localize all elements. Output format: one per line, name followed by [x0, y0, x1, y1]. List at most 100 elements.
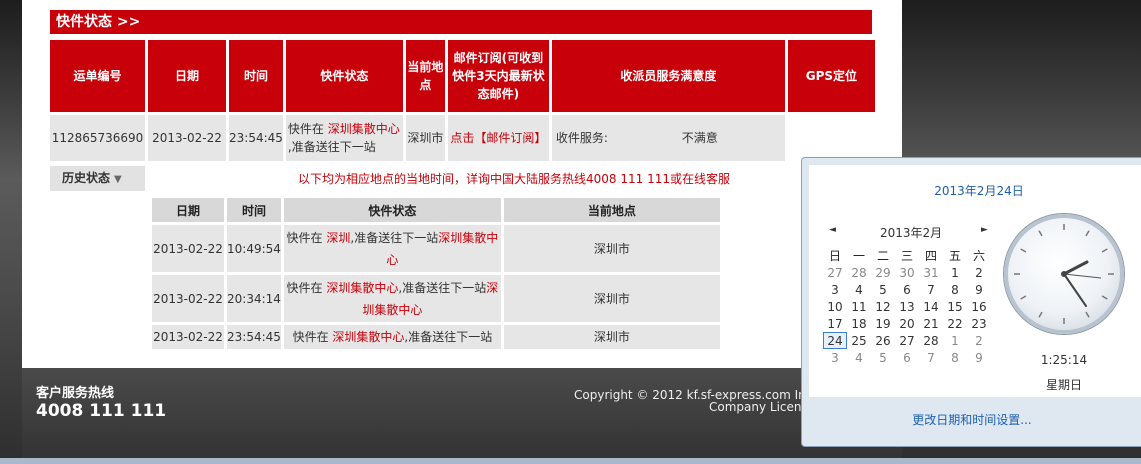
calendar-day[interactable]: 16: [967, 298, 991, 315]
hist-location-link[interactable]: 深圳集散中心: [332, 330, 404, 344]
subscribe-link[interactable]: 点击【邮件订阅】: [447, 115, 549, 161]
calendar-day[interactable]: 31: [919, 264, 943, 281]
calendar-day[interactable]: 27: [823, 264, 847, 281]
table-row: 2013-02-22 23:54:45 快件在 深圳集散中心,准备送往下一站 深…: [152, 325, 720, 349]
calendar-day[interactable]: 4: [847, 281, 871, 298]
hotline-label: 客户服务热线: [36, 386, 115, 401]
next-month-icon[interactable]: ►: [981, 225, 988, 235]
row-satisfaction: 收件服务: 不满意: [551, 115, 785, 161]
row-gps: [787, 115, 875, 161]
hist-status: 快件在 深圳集散中心,准备送往下一站深圳集散中心: [283, 275, 501, 322]
header-status: 快件状态: [285, 40, 403, 112]
hist-location: 深圳市: [503, 325, 720, 349]
calendar-day[interactable]: 11: [847, 298, 871, 315]
calendar-day[interactable]: 26: [871, 332, 895, 349]
calendar-day[interactable]: 15: [943, 298, 967, 315]
month-label[interactable]: 2013年2月: [880, 224, 942, 241]
weekday-tue: 二: [876, 249, 889, 263]
weekday-sat: 六: [972, 249, 985, 263]
header-subscribe: 邮件订阅(可收到快件3天内最新状态邮件): [447, 40, 549, 112]
calendar-day[interactable]: 19: [871, 315, 895, 332]
clock-time: 1:25:14: [1040, 353, 1088, 367]
hist-location-link[interactable]: 深圳集散中心: [326, 281, 398, 295]
row-time: 23:54:45: [229, 115, 283, 161]
calendar-day[interactable]: 3: [823, 349, 847, 366]
calendar-day[interactable]: 6: [895, 281, 919, 298]
calendar-day[interactable]: 29: [871, 264, 895, 281]
calendar-day[interactable]: 21: [919, 315, 943, 332]
calendar-day[interactable]: 7: [919, 349, 943, 366]
hist-location-link[interactable]: 深圳: [326, 231, 350, 245]
row-status: 快件在 深圳集散中心 ,准备送往下一站: [285, 115, 403, 161]
calendar-week: 27 28 29 30 31 1 2: [823, 264, 991, 281]
calendar-day[interactable]: 6: [895, 349, 919, 366]
calendar-day[interactable]: 2: [967, 332, 991, 349]
calendar-day[interactable]: 17: [823, 315, 847, 332]
calendar-day[interactable]: 2: [967, 264, 991, 281]
calendar-day[interactable]: 5: [871, 281, 895, 298]
prev-month-icon[interactable]: ◄: [829, 225, 836, 235]
tracking-table: 运单编号 日期 时间 快件状态 当前地点 邮件订阅(可收到快件3天内最新状态邮件…: [47, 37, 878, 164]
current-date-link[interactable]: 2013年2月24日: [809, 182, 1141, 199]
weekday-sun: 日: [828, 249, 841, 263]
service-value[interactable]: 不满意: [682, 131, 718, 145]
header-date: 日期: [148, 40, 226, 112]
clock-hands: [1014, 224, 1114, 324]
history-status-button[interactable]: 历史状态 ▼: [50, 166, 145, 191]
license-text: Company Licens: [709, 400, 804, 414]
row-date: 2013-02-22: [148, 115, 226, 161]
hist-date: 2013-02-22: [152, 325, 224, 349]
calendar-day[interactable]: 13: [895, 298, 919, 315]
hist-location: 深圳市: [503, 225, 720, 272]
calendar-day[interactable]: 12: [871, 298, 895, 315]
header-location: 当前地点: [405, 40, 445, 112]
calendar-day[interactable]: 3: [823, 281, 847, 298]
calendar-day[interactable]: 28: [919, 332, 943, 349]
hist-header-time: 时间: [227, 198, 281, 222]
row-location: 深圳市: [405, 115, 445, 161]
calendar-day[interactable]: 8: [943, 281, 967, 298]
calendar-day[interactable]: 28: [847, 264, 871, 281]
hist-status-prefix: 快件在: [292, 330, 329, 344]
calendar-day[interactable]: 7: [919, 281, 943, 298]
table-row: 2013-02-22 10:49:54 快件在 深圳,准备送往下一站深圳集散中心…: [152, 225, 720, 272]
calendar-day[interactable]: 23: [967, 315, 991, 332]
weekday-thu: 四: [924, 249, 937, 263]
section-title-bar: 快件状态 >>: [50, 10, 872, 34]
hist-time: 10:49:54: [227, 225, 281, 272]
hist-status: 快件在 深圳集散中心,准备送往下一站: [283, 325, 501, 349]
calendar-day[interactable]: 4: [847, 349, 871, 366]
status-location-link[interactable]: 深圳集散中心: [328, 122, 400, 136]
calendar-day[interactable]: 22: [943, 315, 967, 332]
calendar-day[interactable]: 14: [919, 298, 943, 315]
calendar-day[interactable]: 1: [943, 264, 967, 281]
calendar-day[interactable]: 5: [871, 349, 895, 366]
tracking-table-header: 运单编号 日期 时间 快件状态 当前地点 邮件订阅(可收到快件3天内最新状态邮件…: [50, 40, 875, 112]
calendar-day[interactable]: 9: [967, 349, 991, 366]
hist-time: 23:54:45: [227, 325, 281, 349]
calendar-day[interactable]: 25: [847, 332, 871, 349]
calendar-day[interactable]: 10: [823, 298, 847, 315]
history-table-header: 日期 时间 快件状态 当前地点: [152, 198, 720, 222]
hist-time: 20:34:14: [227, 275, 281, 322]
header-satisfaction: 收派员服务满意度: [551, 40, 785, 112]
calendar-day-today[interactable]: 24: [823, 332, 847, 349]
hist-date: 2013-02-22: [152, 275, 224, 322]
hist-status-prefix: 快件在: [286, 280, 323, 295]
calendar-day[interactable]: 30: [895, 264, 919, 281]
hist-status-middle: ,准备送往下一站: [404, 330, 493, 344]
weekday-row: 日 一 二 三 四 五 六: [823, 247, 991, 264]
hist-header-status: 快件状态: [283, 198, 501, 222]
tracking-page: 快件状态 >> 运单编号 日期 时间 快件状态 当前地点 邮件订阅(可收到快件3…: [22, 0, 902, 368]
calendar-grid: 日 一 二 三 四 五 六 27 28 29 30 31 1 2 3 4 5 6…: [823, 247, 991, 366]
calendar-day[interactable]: 27: [895, 332, 919, 349]
calendar-day[interactable]: 18: [847, 315, 871, 332]
calendar-day[interactable]: 20: [895, 315, 919, 332]
calendar-day[interactable]: 1: [943, 332, 967, 349]
change-datetime-link[interactable]: 更改日期和时间设置...: [802, 411, 1141, 428]
clock-weekday: 星期日: [1045, 378, 1082, 392]
calendar-day[interactable]: 9: [967, 281, 991, 298]
calendar-day[interactable]: 8: [943, 349, 967, 366]
status-prefix: 快件在: [287, 122, 324, 136]
header-time: 时间: [229, 40, 283, 112]
